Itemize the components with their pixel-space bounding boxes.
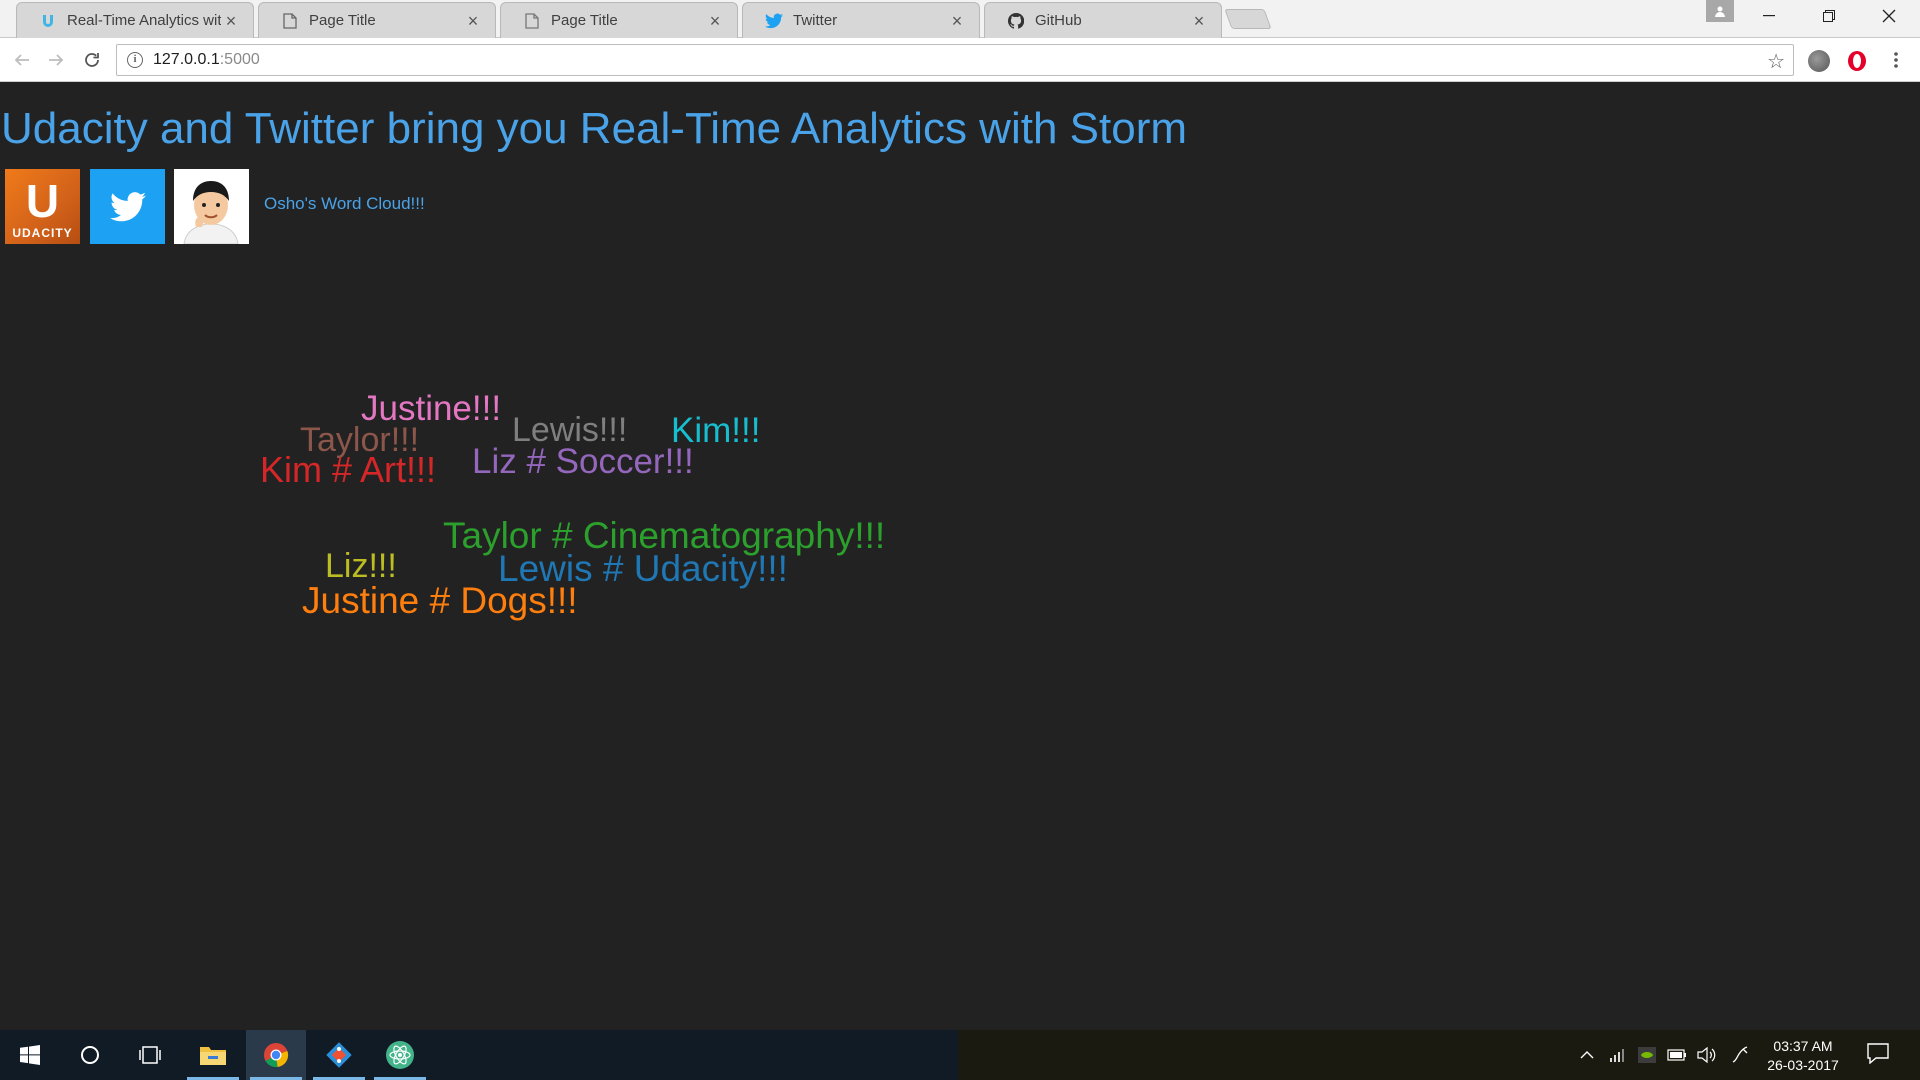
address-bar[interactable]: i 127.0.0.1:5000 ☆ xyxy=(116,44,1794,76)
avatar xyxy=(174,169,249,244)
action-center-icon[interactable] xyxy=(1866,1042,1892,1068)
volume-icon[interactable] xyxy=(1696,1045,1718,1065)
tab-title: Twitter xyxy=(793,12,838,29)
tab-title: GitHub xyxy=(1035,12,1082,29)
battery-icon[interactable] xyxy=(1666,1045,1688,1065)
cortana-search-icon[interactable] xyxy=(60,1030,120,1080)
tab-close-icon[interactable]: × xyxy=(705,11,725,31)
twitter-bird-icon xyxy=(765,12,783,30)
file-explorer-icon[interactable] xyxy=(183,1030,243,1080)
tab-title: Page Title xyxy=(551,12,618,29)
tab-github[interactable]: GitHub × xyxy=(984,2,1222,38)
git-app-icon[interactable] xyxy=(309,1030,369,1080)
cloud-word: Justine # Dogs!!! xyxy=(302,580,578,621)
clock-time: 03:37 AM xyxy=(1773,1038,1833,1054)
windows-taskbar: 03:37 AM 26-03-2017 xyxy=(0,1030,1920,1080)
tab-close-icon[interactable]: × xyxy=(947,11,967,31)
atom-app-icon[interactable] xyxy=(370,1030,430,1080)
udacity-logo-text: UDACITY xyxy=(12,226,73,240)
info-icon[interactable]: i xyxy=(127,52,143,68)
extension-globe-icon[interactable] xyxy=(1808,50,1830,72)
chevron-up-icon[interactable] xyxy=(1576,1045,1598,1065)
opera-icon[interactable] xyxy=(1846,50,1868,72)
cloud-word: Kim # Art!!! xyxy=(260,449,437,490)
word-cloud-link[interactable]: Osho's Word Cloud!!! xyxy=(264,194,425,214)
browser-toolbar: i 127.0.0.1:5000 ☆ xyxy=(0,38,1920,82)
udacity-favicon-icon xyxy=(39,12,57,30)
tab-real-time-analytics[interactable]: Real-Time Analytics with × xyxy=(16,2,254,38)
profile-icon[interactable] xyxy=(1706,0,1734,22)
system-clock[interactable]: 03:37 AM 26-03-2017 xyxy=(1766,1037,1840,1075)
clock-date: 26-03-2017 xyxy=(1767,1057,1839,1073)
browser-tab-strip: Real-Time Analytics with × Page Title × … xyxy=(0,0,1920,38)
page-content: Udacity and Twitter bring you Real-Time … xyxy=(0,82,1920,1030)
pen-ink-icon[interactable] xyxy=(1730,1045,1752,1065)
bookmark-star-icon[interactable]: ☆ xyxy=(1767,49,1785,74)
minimize-icon[interactable] xyxy=(1742,0,1796,32)
cloud-word: Liz # Soccer!!! xyxy=(472,442,694,481)
udacity-logo-glyph: U xyxy=(25,175,60,227)
page-title: Udacity and Twitter bring you Real-Time … xyxy=(1,104,1188,153)
reload-icon[interactable] xyxy=(78,46,106,74)
windows-start-icon[interactable] xyxy=(0,1030,60,1080)
page-icon xyxy=(281,12,299,30)
page-icon xyxy=(523,12,541,30)
tab-close-icon[interactable]: × xyxy=(221,11,241,31)
tab-title: Page Title xyxy=(309,12,376,29)
tab-page-title[interactable]: Page Title × xyxy=(500,2,738,38)
twitter-logo xyxy=(90,169,165,244)
tab-close-icon[interactable]: × xyxy=(463,11,483,31)
tab-twitter[interactable]: Twitter × xyxy=(742,2,980,38)
task-view-icon[interactable] xyxy=(120,1030,180,1080)
tab-page-title-active[interactable]: Page Title × xyxy=(258,2,496,38)
twitter-bird-icon xyxy=(109,191,146,221)
chrome-taskbar-icon[interactable] xyxy=(246,1030,306,1080)
menu-kebab-icon[interactable] xyxy=(1882,46,1910,74)
back-arrow-icon[interactable] xyxy=(8,46,36,74)
tab-close-icon[interactable]: × xyxy=(1189,11,1209,31)
url-port: :5000 xyxy=(219,51,260,68)
github-icon xyxy=(1007,12,1025,30)
restore-icon[interactable] xyxy=(1802,0,1856,32)
signal-bars-icon[interactable] xyxy=(1606,1045,1628,1065)
url-host: 127.0.0.1 xyxy=(153,51,220,68)
nvidia-icon[interactable] xyxy=(1636,1045,1658,1065)
udacity-logo: U UDACITY xyxy=(5,169,80,244)
forward-arrow-icon[interactable] xyxy=(42,46,70,74)
new-tab-button[interactable] xyxy=(1224,9,1272,29)
tab-title: Real-Time Analytics with xyxy=(67,12,221,29)
close-window-icon[interactable] xyxy=(1862,0,1916,32)
